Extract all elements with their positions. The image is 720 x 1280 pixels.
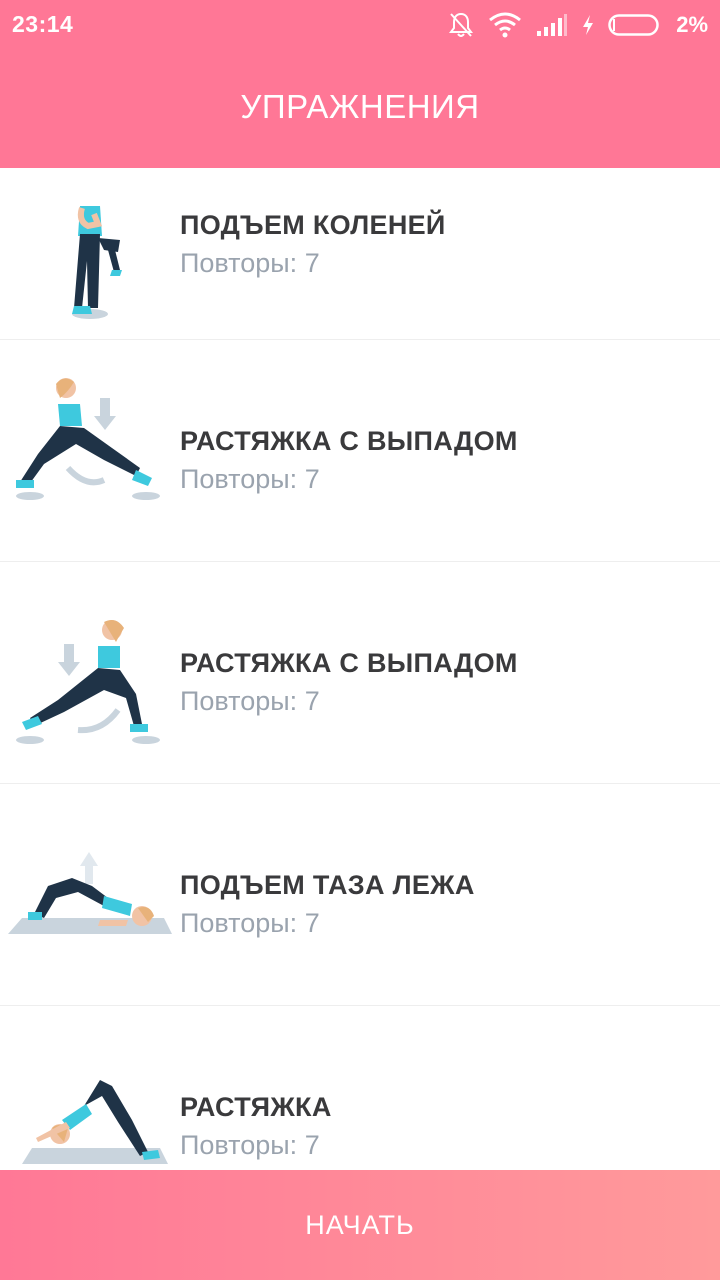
exercise-list[interactable]: ПОДЪЕМ КОЛЕНЕЙ Повторы: 7 РАСТЯЖКА С ВЫП… [0, 168, 720, 1170]
exercise-name: ПОДЪЕМ ТАЗА ЛЕЖА [180, 870, 475, 900]
app-header: 23:14 2% УПРАЖНЕНИЯ [0, 0, 720, 168]
lunge-stretch-right-illustration [8, 368, 172, 532]
exercise-name: РАСТЯЖКА [180, 1092, 332, 1122]
glute-bridge-illustration [8, 812, 172, 976]
charging-icon [582, 14, 594, 36]
exercise-name: РАСТЯЖКА С ВЫПАДОМ [180, 426, 518, 456]
list-item[interactable]: РАСТЯЖКА С ВЫПАДОМ Повторы: 7 [0, 340, 720, 562]
status-time: 23:14 [12, 11, 74, 37]
app-root: 23:14 2% УПРАЖНЕНИЯ ПОДЪЕМ КОЛЕНЕЙ Повто… [0, 0, 720, 1280]
mute-bell-icon [448, 11, 474, 39]
exercise-reps: Повторы: 7 [180, 248, 320, 278]
exercise-reps: Повторы: 7 [180, 908, 320, 938]
exercise-name: РАСТЯЖКА С ВЫПАДОМ [180, 648, 518, 678]
battery-percent: 2% [676, 12, 708, 37]
list-item[interactable]: РАСТЯЖКА Повторы: 7 [0, 1006, 720, 1170]
wifi-icon [488, 12, 522, 38]
exercise-reps: Повторы: 7 [180, 686, 320, 716]
list-item[interactable]: РАСТЯЖКА С ВЫПАДОМ Повторы: 7 [0, 562, 720, 784]
exercise-reps: Повторы: 7 [180, 1130, 320, 1160]
status-icons: 2% [448, 10, 708, 40]
exercise-name: ПОДЪЕМ КОЛЕНЕЙ [180, 210, 446, 240]
knee-raise-illustration [8, 168, 172, 330]
list-item[interactable]: ПОДЪЕМ ТАЗА ЛЕЖА Повторы: 7 [0, 784, 720, 1006]
list-item[interactable]: ПОДЪЕМ КОЛЕНЕЙ Повторы: 7 [0, 168, 720, 340]
exercise-reps: Повторы: 7 [180, 464, 320, 494]
start-button[interactable]: НАЧАТЬ [0, 1170, 720, 1280]
battery-icon [608, 13, 662, 37]
signal-icon [536, 13, 568, 37]
downward-dog-illustration [8, 1034, 172, 1170]
page-title: УПРАЖНЕНИЯ [240, 88, 480, 125]
lunge-stretch-left-illustration [8, 590, 172, 754]
status-bar: 23:14 2% [0, 0, 720, 50]
